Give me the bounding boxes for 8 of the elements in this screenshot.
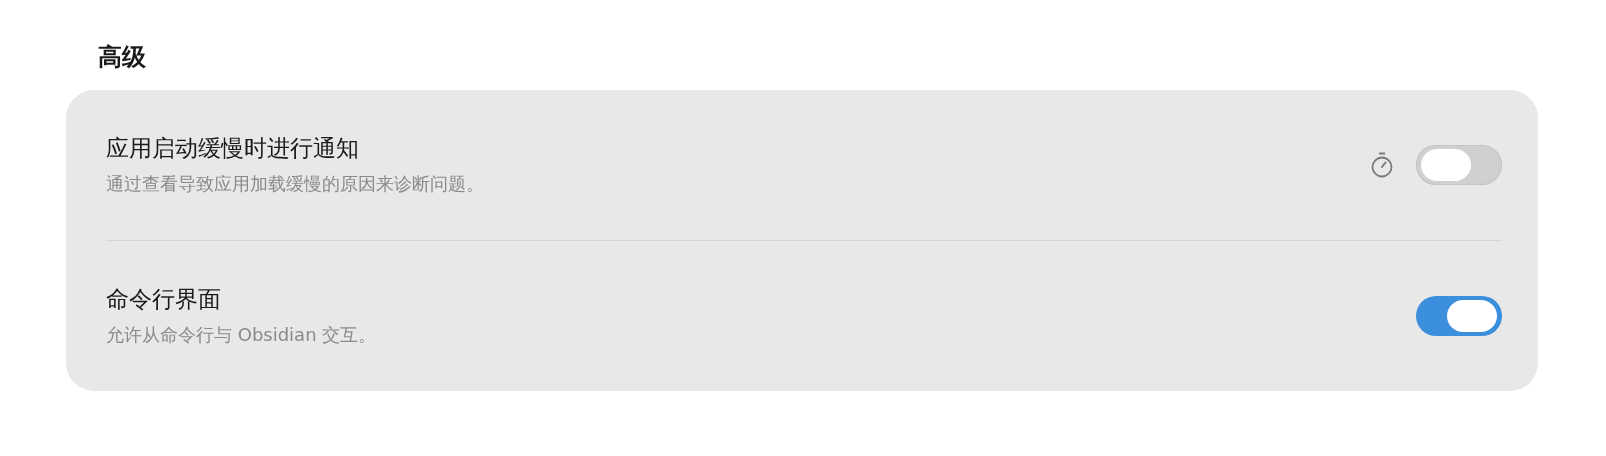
setting-description: 允许从命令行与 Obsidian 交互。 [106,323,378,347]
setting-description: 通过查看导致应用加载缓慢的原因来诊断问题。 [106,172,485,196]
stopwatch-icon [1370,152,1394,178]
setting-title: 应用启动缓慢时进行通知 [106,134,360,163]
setting-title: 命令行界面 [106,285,222,314]
toggle-switch[interactable] [1416,145,1502,185]
toggle-switch[interactable] [1416,296,1502,336]
section-heading: 高级 [98,42,147,73]
